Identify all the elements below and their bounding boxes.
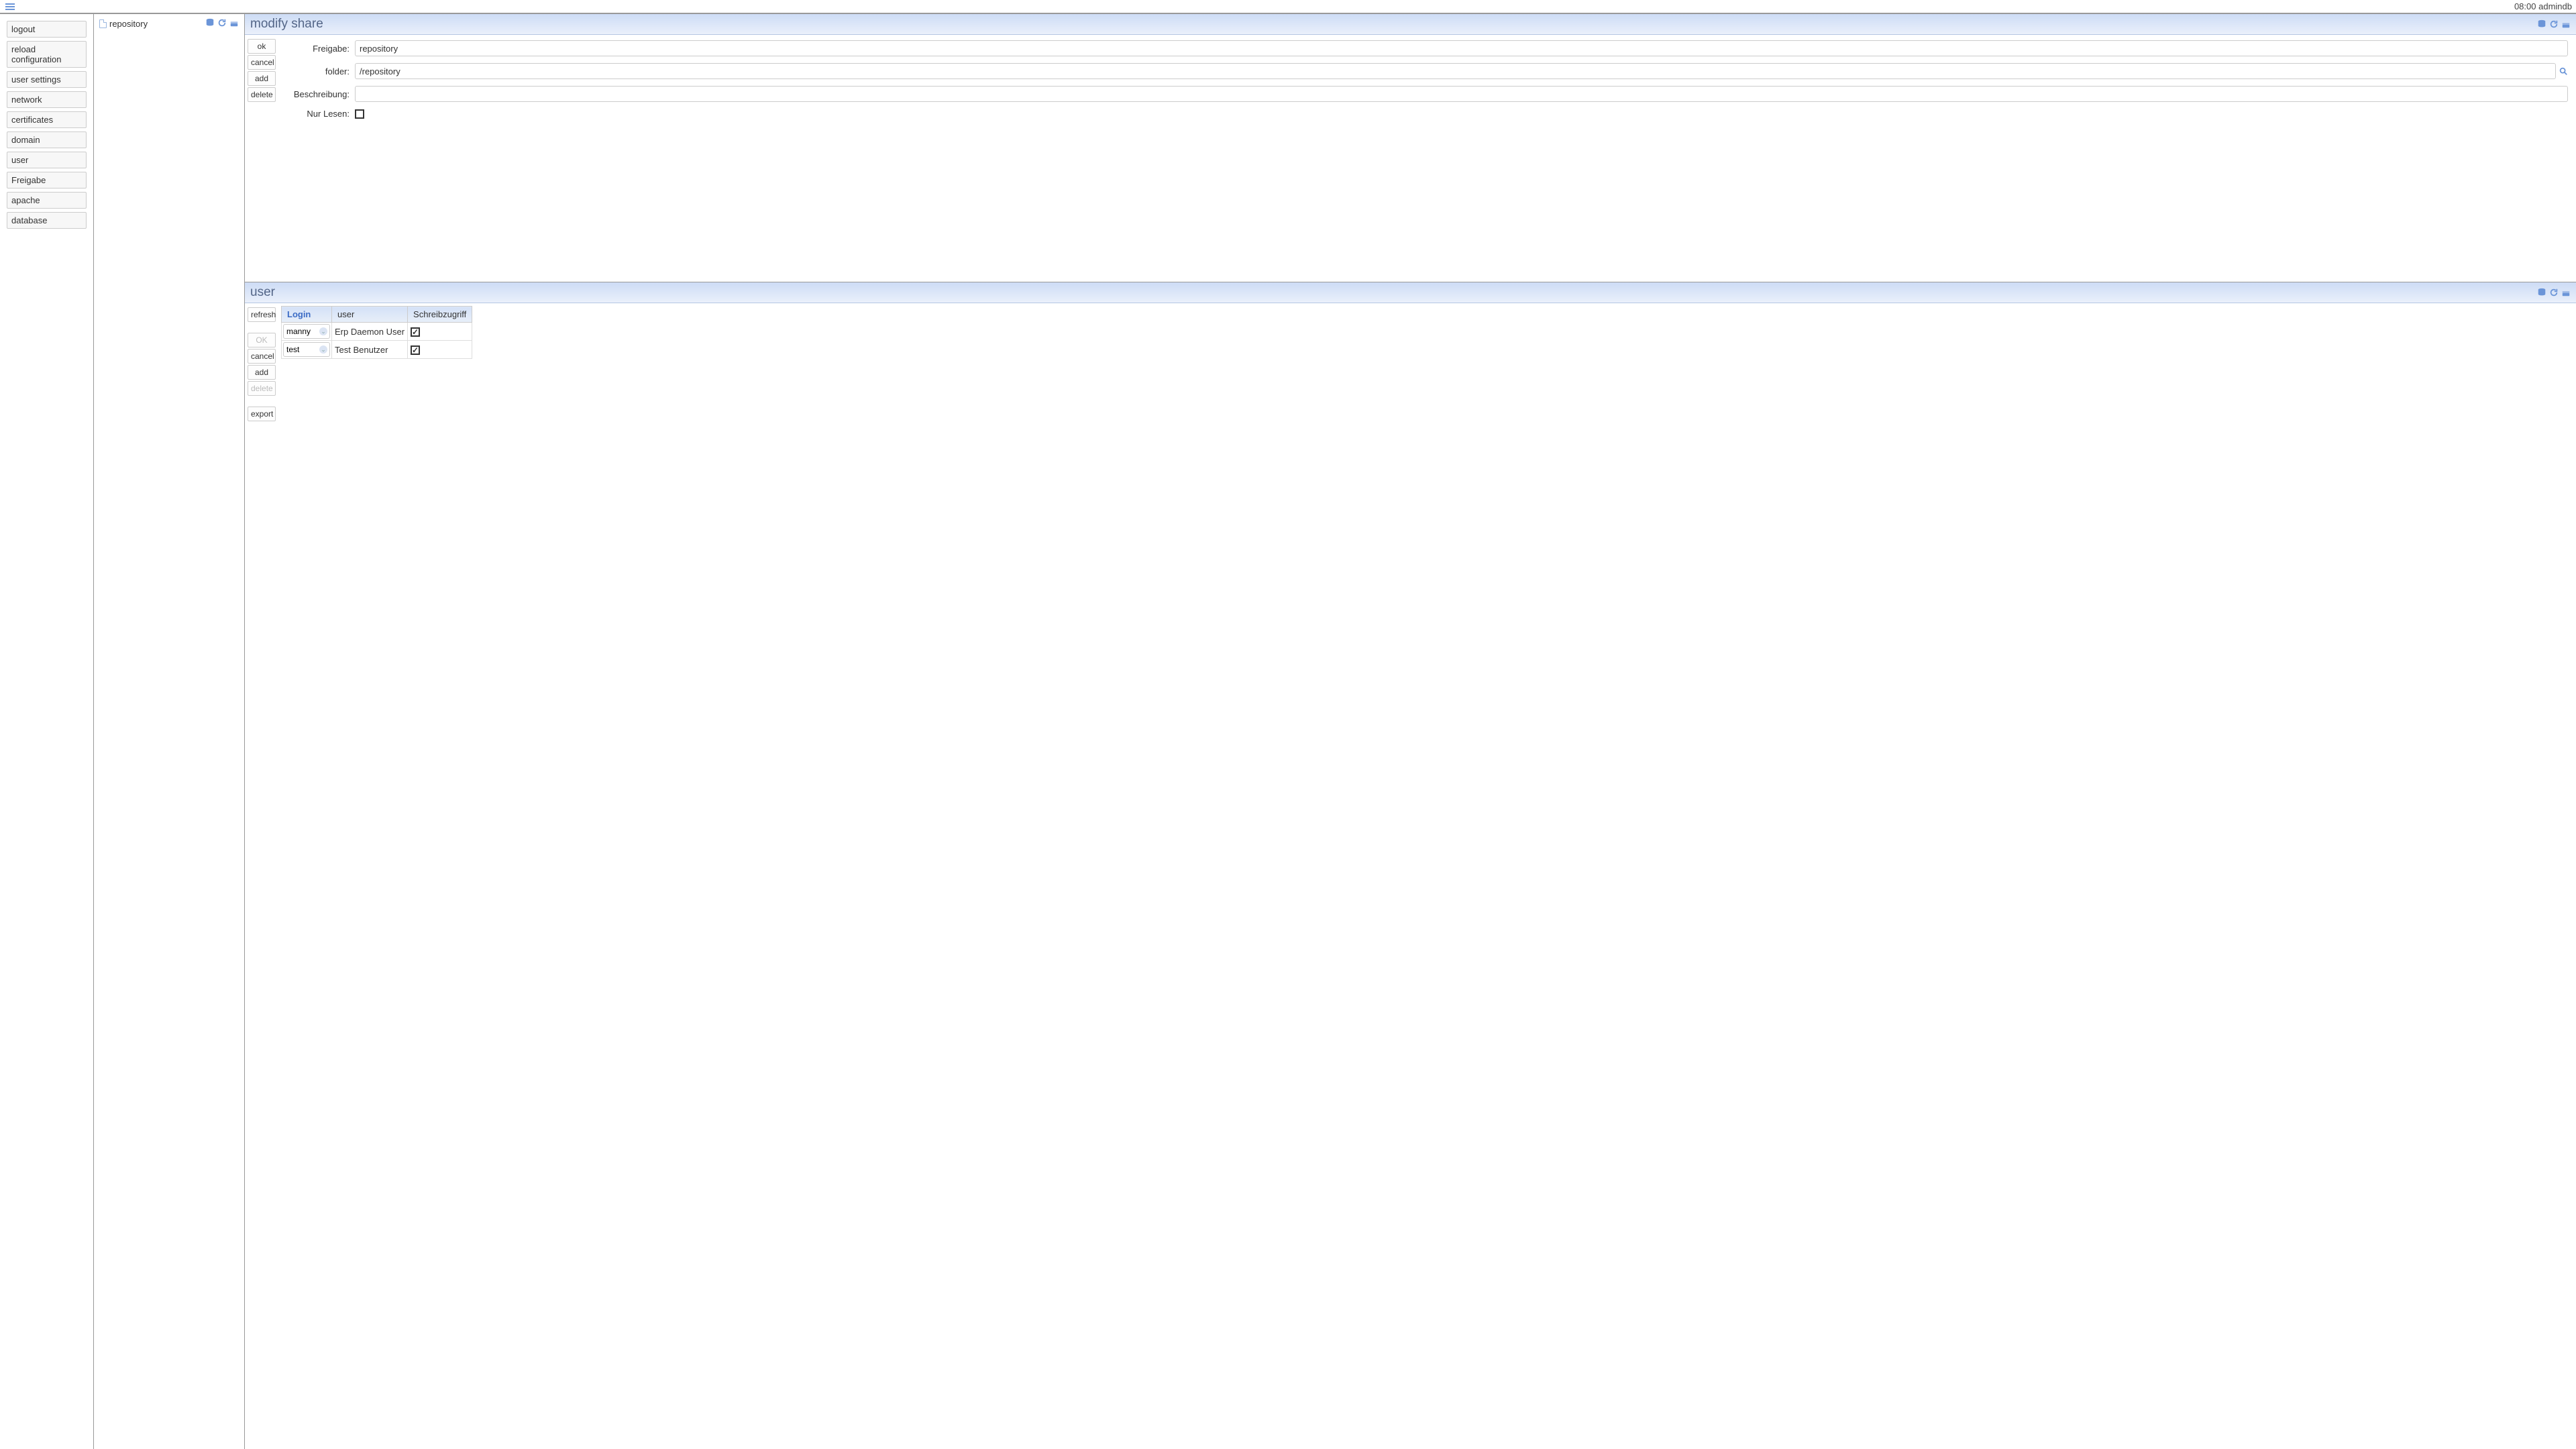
user-table-area: Login user Schreibzugriff ⌄ — [278, 303, 2576, 1449]
clear-icon[interactable]: ⌄ — [319, 327, 327, 335]
file-icon — [99, 19, 107, 28]
share-actions: ok cancel add delete — [245, 35, 278, 282]
user-cell: Erp Daemon User — [332, 323, 408, 341]
tree-panel: repository — [94, 14, 245, 1449]
user-panel: user refresh OK cancel add delete export — [245, 282, 2576, 1449]
menu-item-certificates[interactable]: certificates — [7, 111, 87, 128]
col-user[interactable]: user — [332, 307, 408, 323]
share-panel: modify share ok cancel add delete Freiga… — [245, 14, 2576, 282]
user-panel-icons — [2537, 288, 2571, 297]
share-panel-header: modify share — [245, 14, 2576, 35]
cancel-button[interactable]: cancel — [248, 349, 276, 364]
table-row[interactable]: ⌄ Test Benutzer — [282, 341, 472, 359]
menu-item-reload[interactable]: reload configuration — [7, 41, 87, 68]
menu-item-network[interactable]: network — [7, 91, 87, 108]
table-row[interactable]: ⌄ Erp Daemon User — [282, 323, 472, 341]
right-area: modify share ok cancel add delete Freiga… — [245, 14, 2576, 1449]
tray-icon[interactable] — [2561, 19, 2571, 29]
left-menu: logout reload configuration user setting… — [0, 14, 94, 1449]
menu-item-logout[interactable]: logout — [7, 21, 87, 38]
share-form: Freigabe: folder: Beschreibung: — [278, 35, 2576, 282]
col-login[interactable]: Login — [282, 307, 332, 323]
ok-button[interactable]: ok — [248, 39, 276, 54]
refresh-button[interactable]: refresh — [248, 307, 276, 322]
top-info: 08:00 admindb — [2514, 1, 2572, 11]
user-actions: refresh OK cancel add delete export — [245, 303, 278, 1449]
delete-button[interactable]: delete — [248, 381, 276, 396]
refresh-icon[interactable] — [217, 18, 227, 28]
clear-icon[interactable]: ⌄ — [319, 345, 327, 354]
user-panel-title: user — [250, 285, 275, 300]
folder-input[interactable] — [355, 63, 2556, 79]
tree-item-label: repository — [109, 19, 148, 29]
delete-button[interactable]: delete — [248, 87, 276, 102]
top-bar: 08:00 admindb — [0, 0, 2576, 13]
database-icon[interactable] — [2537, 19, 2546, 29]
add-button[interactable]: add — [248, 71, 276, 86]
clock-text: 08:00 — [2514, 1, 2536, 11]
ok-button[interactable]: OK — [248, 333, 276, 347]
user-text: admindb — [2538, 1, 2572, 11]
nurlesen-checkbox[interactable] — [355, 109, 364, 119]
col-schreib[interactable]: Schreibzugriff — [408, 307, 472, 323]
refresh-icon[interactable] — [2549, 19, 2559, 29]
nurlesen-label: Nur Lesen: — [281, 109, 355, 119]
menu-item-freigabe[interactable]: Freigabe — [7, 172, 87, 189]
share-panel-title: modify share — [250, 17, 323, 32]
tray-icon[interactable] — [229, 18, 239, 28]
export-button[interactable]: export — [248, 407, 276, 421]
main-layout: logout reload configuration user setting… — [0, 13, 2576, 1449]
freigabe-label: Freigabe: — [281, 44, 355, 54]
user-cell: Test Benutzer — [332, 341, 408, 359]
menu-item-user-settings[interactable]: user settings — [7, 71, 87, 88]
share-panel-body: ok cancel add delete Freigabe: folder: — [245, 35, 2576, 282]
search-icon[interactable] — [2559, 66, 2568, 76]
user-table: Login user Schreibzugriff ⌄ — [281, 306, 472, 359]
menu-item-apache[interactable]: apache — [7, 192, 87, 209]
user-panel-body: refresh OK cancel add delete export Logi… — [245, 303, 2576, 1449]
tree-icons — [205, 18, 239, 28]
menu-item-domain[interactable]: domain — [7, 131, 87, 148]
refresh-icon[interactable] — [2549, 288, 2559, 297]
share-panel-icons — [2537, 19, 2571, 29]
database-icon[interactable] — [205, 18, 215, 28]
cancel-button[interactable]: cancel — [248, 55, 276, 70]
schreib-checkbox[interactable] — [411, 327, 420, 337]
menu-item-database[interactable]: database — [7, 212, 87, 229]
beschreibung-input[interactable] — [355, 86, 2568, 102]
database-icon[interactable] — [2537, 288, 2546, 297]
menu-item-user[interactable]: user — [7, 152, 87, 168]
schreib-checkbox[interactable] — [411, 345, 420, 355]
freigabe-input[interactable] — [355, 40, 2568, 56]
menu-icon[interactable] — [4, 2, 16, 11]
add-button[interactable]: add — [248, 365, 276, 380]
user-panel-header: user — [245, 282, 2576, 303]
table-header-row: Login user Schreibzugriff — [282, 307, 472, 323]
tray-icon[interactable] — [2561, 288, 2571, 297]
beschreibung-label: Beschreibung: — [281, 89, 355, 99]
folder-label: folder: — [281, 66, 355, 76]
